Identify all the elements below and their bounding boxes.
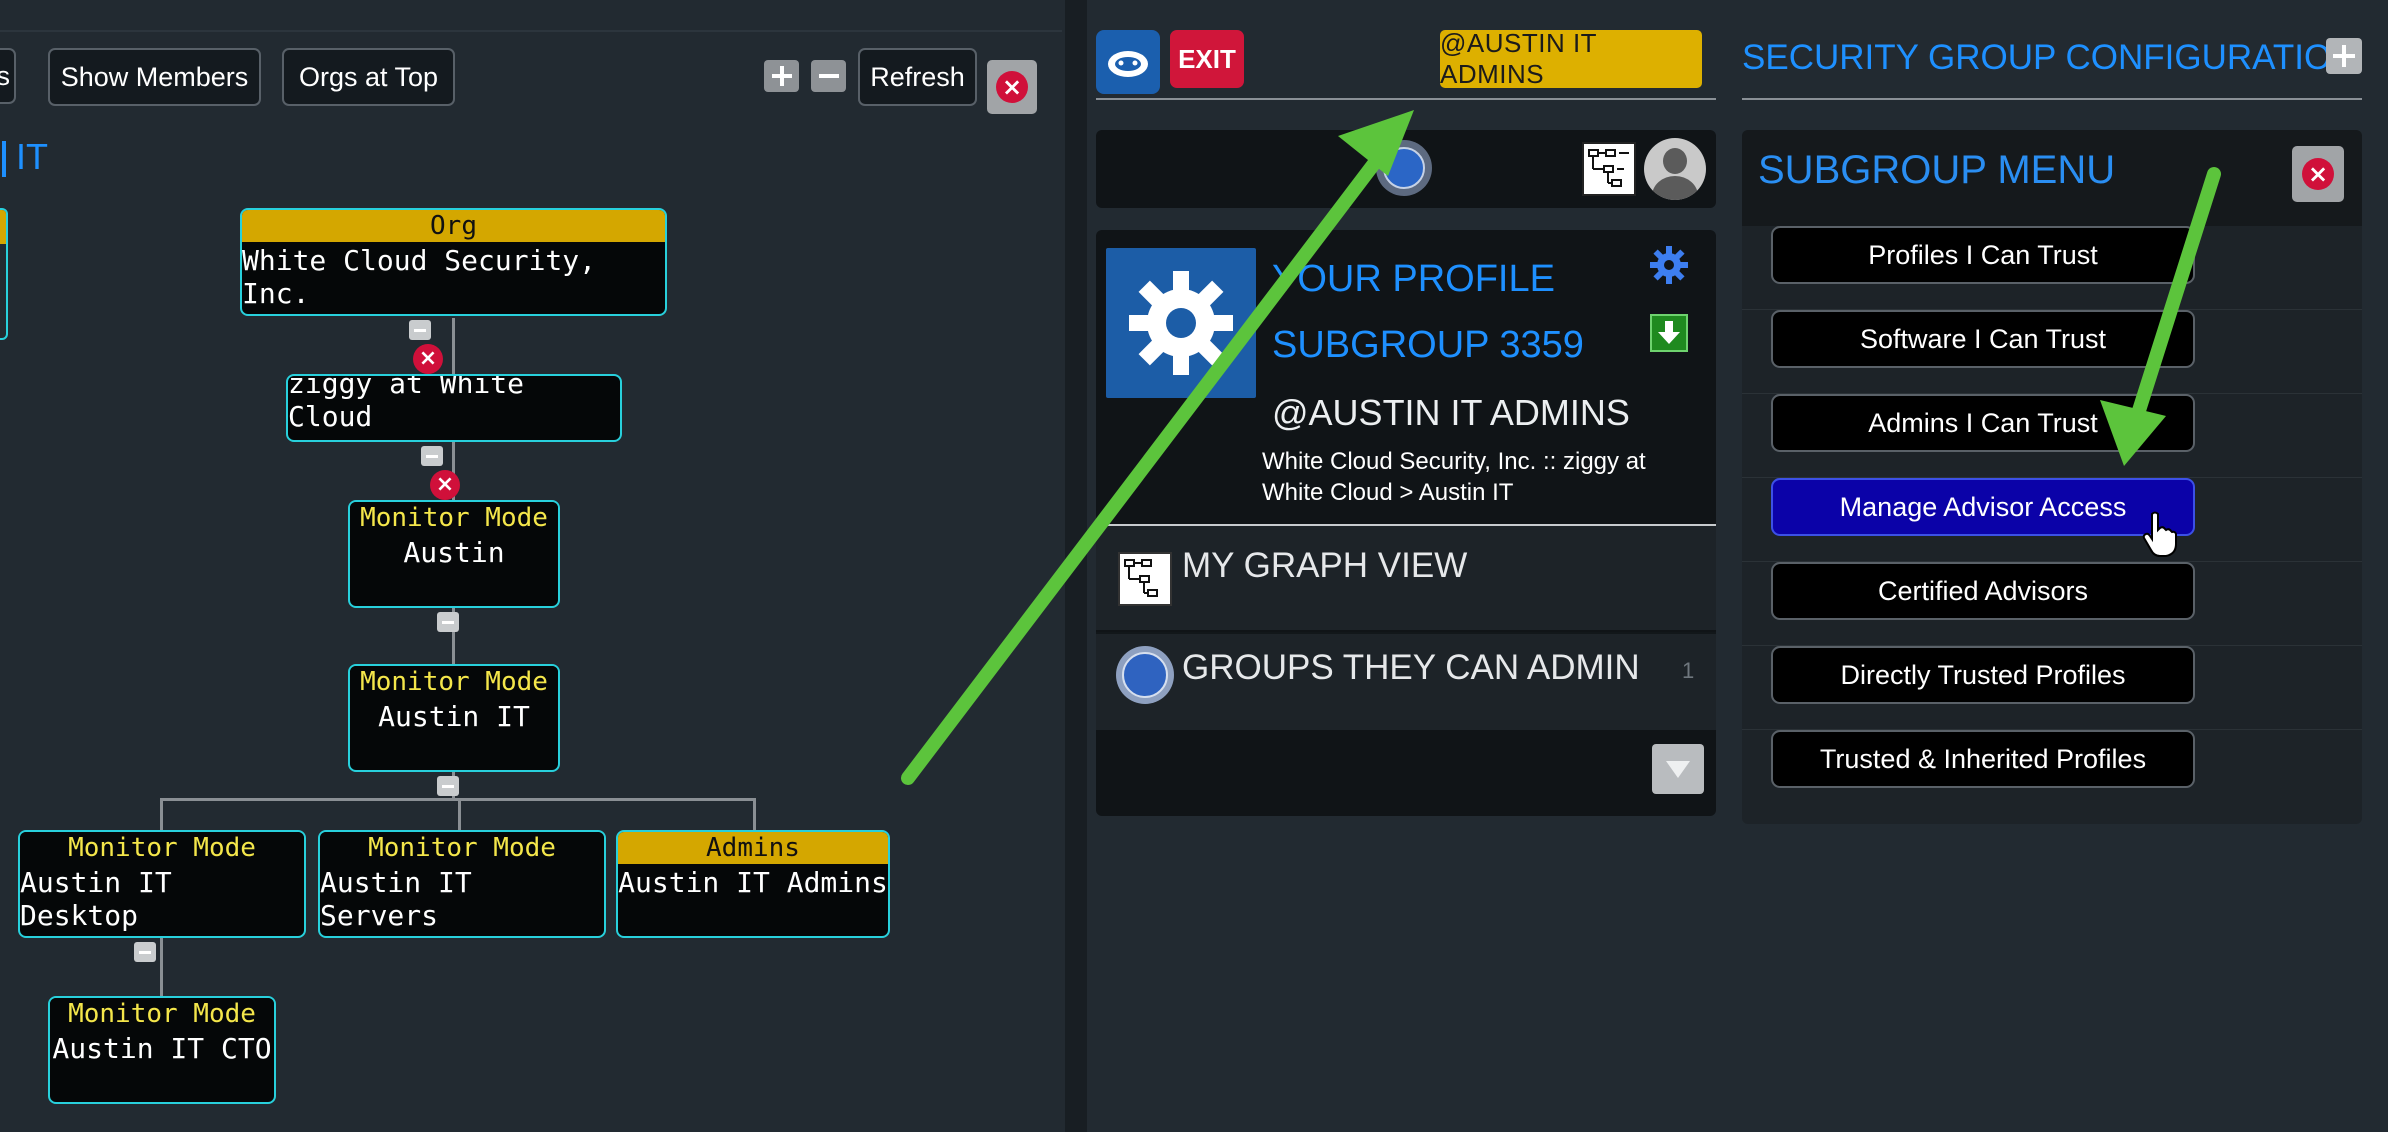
annotation-arrow-head xyxy=(2100,400,2166,466)
annotation-arrow-line xyxy=(901,133,1399,785)
annotation-arrow-head xyxy=(1338,110,1414,176)
annotation-arrow-line xyxy=(2129,167,2221,427)
annotation-arrows xyxy=(901,110,2221,785)
